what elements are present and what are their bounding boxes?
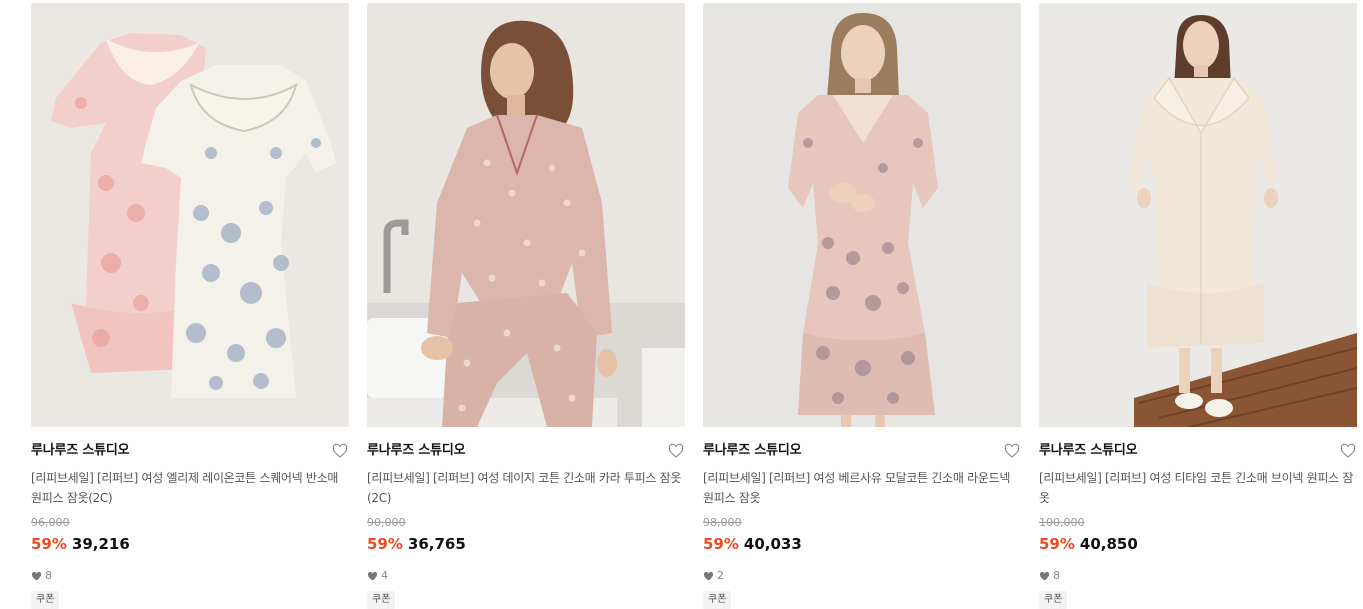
heart-outline-icon[interactable] xyxy=(332,443,348,459)
product-card[interactable]: 루나루즈 스튜디오 [리피브세일] [리퍼브] 여성 엘리제 레이온코튼 스퀘어… xyxy=(31,3,349,609)
price-row: 59% 40,850 xyxy=(1039,533,1357,555)
discount-rate: 59% xyxy=(1039,535,1075,553)
likes-value: 8 xyxy=(45,569,52,582)
original-price: 90,000 xyxy=(367,516,406,529)
original-price: 96,000 xyxy=(31,516,70,529)
likes-count: 4 xyxy=(367,569,685,583)
heart-outline-icon[interactable] xyxy=(668,443,684,459)
price-row: 59% 39,216 xyxy=(31,533,349,555)
product-card[interactable]: 루나루즈 스튜디오 [리피브세일] [리퍼브] 여성 티타임 코튼 긴소매 브이… xyxy=(1039,3,1357,609)
heart-filled-icon xyxy=(1039,571,1050,581)
likes-count: 8 xyxy=(1039,569,1357,583)
product-image[interactable] xyxy=(703,3,1021,427)
product-title[interactable]: [리피브세일] [리퍼브] 여성 엘리제 레이온코튼 스퀘어넥 반소매 원피스 … xyxy=(31,468,349,508)
coupon-tag: 쿠폰 xyxy=(1039,591,1068,609)
sale-price: 40,850 xyxy=(1079,535,1138,553)
discount-rate: 59% xyxy=(703,535,739,553)
sale-price: 40,033 xyxy=(743,535,802,553)
original-price: 100,000 xyxy=(1039,516,1085,529)
coupon-tag: 쿠폰 xyxy=(367,591,396,609)
likes-value: 4 xyxy=(381,569,388,582)
heart-filled-icon xyxy=(703,571,714,581)
product-title[interactable]: [리피브세일] [리퍼브] 여성 티타임 코튼 긴소매 브이넥 원피스 잠옷 xyxy=(1039,468,1357,508)
product-title[interactable]: [리피브세일] [리퍼브] 여성 베르사유 모달코튼 긴소매 라운드넥 원피스 … xyxy=(703,468,1021,508)
price-row: 59% 36,765 xyxy=(367,533,685,555)
coupon-tag: 쿠폰 xyxy=(703,591,732,609)
heart-filled-icon xyxy=(31,571,42,581)
coupon-tag: 쿠폰 xyxy=(31,591,60,609)
price-row: 59% 40,033 xyxy=(703,533,1021,555)
brand-name[interactable]: 루나루즈 스튜디오 xyxy=(367,441,685,461)
sale-price: 36,765 xyxy=(407,535,466,553)
brand-name[interactable]: 루나루즈 스튜디오 xyxy=(1039,441,1357,461)
likes-value: 2 xyxy=(717,569,724,582)
product-title[interactable]: [리피브세일] [리퍼브] 여성 데이지 코튼 긴소매 카라 투피스 잠옷(2C… xyxy=(367,468,685,508)
product-image[interactable] xyxy=(31,3,349,427)
brand-name[interactable]: 루나루즈 스튜디오 xyxy=(31,441,349,461)
product-image[interactable] xyxy=(1039,3,1357,427)
discount-rate: 59% xyxy=(31,535,67,553)
original-price: 98,000 xyxy=(703,516,742,529)
product-image[interactable] xyxy=(367,3,685,427)
heart-outline-icon[interactable] xyxy=(1004,443,1020,459)
brand-name[interactable]: 루나루즈 스튜디오 xyxy=(703,441,1021,461)
sale-price: 39,216 xyxy=(71,535,130,553)
product-card[interactable]: 루나루즈 스튜디오 [리피브세일] [리퍼브] 여성 베르사유 모달코튼 긴소매… xyxy=(703,3,1021,609)
discount-rate: 59% xyxy=(367,535,403,553)
likes-value: 8 xyxy=(1053,569,1060,582)
product-grid: 루나루즈 스튜디오 [리피브세일] [리퍼브] 여성 엘리제 레이온코튼 스퀘어… xyxy=(0,0,1363,609)
likes-count: 8 xyxy=(31,569,349,583)
product-card[interactable]: 루나루즈 스튜디오 [리피브세일] [리퍼브] 여성 데이지 코튼 긴소매 카라… xyxy=(367,3,685,609)
likes-count: 2 xyxy=(703,569,1021,583)
heart-outline-icon[interactable] xyxy=(1340,443,1356,459)
heart-filled-icon xyxy=(367,571,378,581)
